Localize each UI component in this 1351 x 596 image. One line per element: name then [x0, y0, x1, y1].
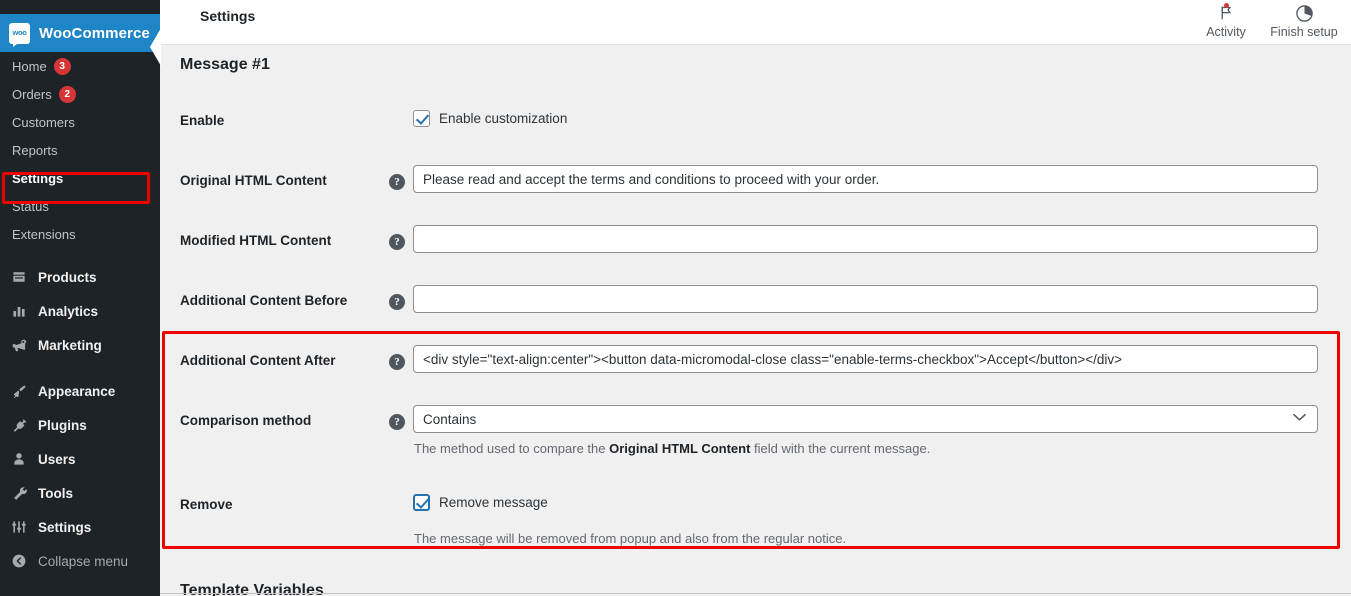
settings-content: Message #1 Enable Enable customization O… — [160, 46, 1351, 596]
content-before-label: Additional Content Before — [180, 293, 348, 308]
sidebar-item-appearance[interactable]: Appearance — [0, 374, 160, 408]
tools-wrench-icon — [8, 483, 30, 503]
help-text-part-2: field with the current message. — [750, 441, 931, 456]
progress-circle-icon — [1295, 2, 1314, 24]
remove-message-checkbox-wrapper[interactable]: Remove message — [413, 494, 548, 511]
comparison-method-select[interactable]: Contains — [413, 405, 1318, 433]
sidebar-item-status[interactable]: Status — [0, 192, 160, 220]
comparison-method-help-text: The method used to compare the Original … — [414, 441, 930, 456]
sidebar-item-users[interactable]: Users — [0, 442, 160, 476]
sidebar-item-home[interactable]: Home 3 — [0, 52, 160, 80]
sidebar-item-label: Products — [38, 269, 97, 285]
comparison-method-value: Contains — [423, 411, 477, 427]
sidebar-item-label: Customers — [12, 114, 75, 130]
original-html-label: Original HTML Content — [180, 173, 327, 188]
content-before-input[interactable] — [413, 285, 1318, 313]
chevron-down-icon — [1293, 413, 1306, 425]
question-mark-icon[interactable]: ? — [389, 354, 405, 370]
sidebar-item-label: Orders — [12, 86, 52, 102]
sidebar-item-marketing[interactable]: Marketing — [0, 328, 160, 362]
flag-icon — [1218, 2, 1235, 24]
remove-message-checkbox[interactable] — [413, 494, 430, 511]
question-mark-icon[interactable]: ? — [389, 174, 405, 190]
sidebar-item-extensions[interactable]: Extensions — [0, 220, 160, 248]
woocommerce-brand-item[interactable]: woo WooCommerce — [0, 14, 161, 66]
help-text-part-1: The method used to compare the — [414, 441, 610, 456]
enable-customization-label: Enable customization — [439, 111, 568, 126]
enable-customization-checkbox[interactable] — [413, 110, 430, 127]
orders-badge: 2 — [58, 85, 76, 103]
plugins-plug-icon — [8, 415, 30, 435]
sidebar-item-plugins[interactable]: Plugins — [0, 408, 160, 442]
sidebar-item-label: Extensions — [12, 226, 76, 242]
page-header: Settings Activity Finish setup — [160, 0, 1351, 45]
collapse-menu-icon — [8, 551, 30, 571]
sidebar-item-label: Analytics — [38, 303, 99, 319]
header-actions: Activity Finish setup — [1187, 0, 1343, 44]
sidebar-item-analytics[interactable]: Analytics — [0, 294, 160, 328]
finish-setup-label: Finish setup — [1270, 25, 1338, 39]
sidebar-item-label: Plugins — [38, 417, 87, 433]
sidebar-item-label: Reports — [12, 142, 58, 158]
sidebar-item-customers[interactable]: Customers — [0, 108, 160, 136]
modified-html-input[interactable] — [413, 225, 1318, 253]
remove-message-help-text: The message will be removed from popup a… — [414, 531, 847, 546]
remove-message-label: Remove message — [439, 495, 548, 510]
question-mark-icon[interactable]: ? — [389, 234, 405, 250]
woocommerce-brand-label: WooCommerce — [39, 24, 150, 42]
sidebar-item-label: Status — [12, 198, 49, 214]
sidebar-item-orders[interactable]: Orders 2 — [0, 80, 160, 108]
sidebar-item-label: Appearance — [38, 383, 116, 399]
settings-sliders-icon — [8, 517, 30, 537]
question-mark-icon[interactable]: ? — [389, 294, 405, 310]
sidebar-item-label: Settings — [12, 170, 64, 186]
activity-button[interactable]: Activity — [1187, 0, 1265, 39]
sidebar-item-label: Users — [38, 451, 76, 467]
page-title: Settings — [200, 8, 256, 24]
sidebar-item-label: Collapse menu — [38, 553, 129, 569]
analytics-icon — [8, 301, 30, 321]
sidebar-divider — [0, 248, 160, 260]
sidebar-top-strip — [0, 0, 160, 14]
sidebar-item-collapse-menu[interactable]: Collapse menu — [0, 544, 160, 578]
content-after-label: Additional Content After — [180, 353, 336, 368]
enable-customization-checkbox-wrapper[interactable]: Enable customization — [413, 110, 567, 127]
content-after-input[interactable]: <div style="text-align:center"><button d… — [413, 345, 1318, 373]
sidebar-item-label: Home — [12, 58, 47, 74]
modified-html-label: Modified HTML Content — [180, 233, 332, 248]
section-title-message-1: Message #1 — [180, 56, 270, 73]
activity-notification-dot — [1223, 3, 1229, 8]
finish-setup-button[interactable]: Finish setup — [1265, 0, 1343, 39]
sidebar-item-products[interactable]: Products — [0, 260, 160, 294]
sidebar-item-settings-wp[interactable]: Settings — [0, 510, 160, 544]
template-variables-divider — [160, 593, 1351, 594]
woocommerce-logo-text: woo — [12, 28, 27, 38]
sidebar-item-label: Marketing — [38, 337, 102, 353]
help-text-bold: Original HTML Content — [609, 441, 751, 456]
app-window: woo WooCommerce Home 3 Orders 2 Customer… — [0, 0, 1351, 596]
question-mark-icon[interactable]: ? — [389, 414, 405, 430]
activity-label: Activity — [1206, 25, 1246, 39]
sidebar-item-settings-wc[interactable]: Settings — [0, 164, 160, 192]
sidebar-item-reports[interactable]: Reports — [0, 136, 160, 164]
marketing-megaphone-icon — [8, 335, 30, 355]
sidebar-item-label: Settings — [38, 519, 92, 535]
sidebar-item-tools[interactable]: Tools — [0, 476, 160, 510]
enable-label: Enable — [180, 113, 225, 128]
products-icon — [8, 267, 30, 287]
remove-label: Remove — [180, 497, 233, 512]
original-html-input[interactable]: Please read and accept the terms and con… — [413, 165, 1318, 193]
users-icon — [8, 449, 30, 469]
appearance-brush-icon — [8, 381, 30, 401]
admin-sidebar: woo WooCommerce Home 3 Orders 2 Customer… — [0, 0, 161, 596]
sidebar-item-label: Tools — [38, 485, 73, 501]
woocommerce-logo-icon: woo — [9, 22, 30, 47]
comparison-method-label: Comparison method — [180, 413, 312, 428]
sidebar-divider — [0, 362, 160, 374]
sidebar-submenu: Home 3 Orders 2 Customers Reports Settin… — [0, 52, 160, 578]
home-badge: 3 — [53, 57, 71, 75]
